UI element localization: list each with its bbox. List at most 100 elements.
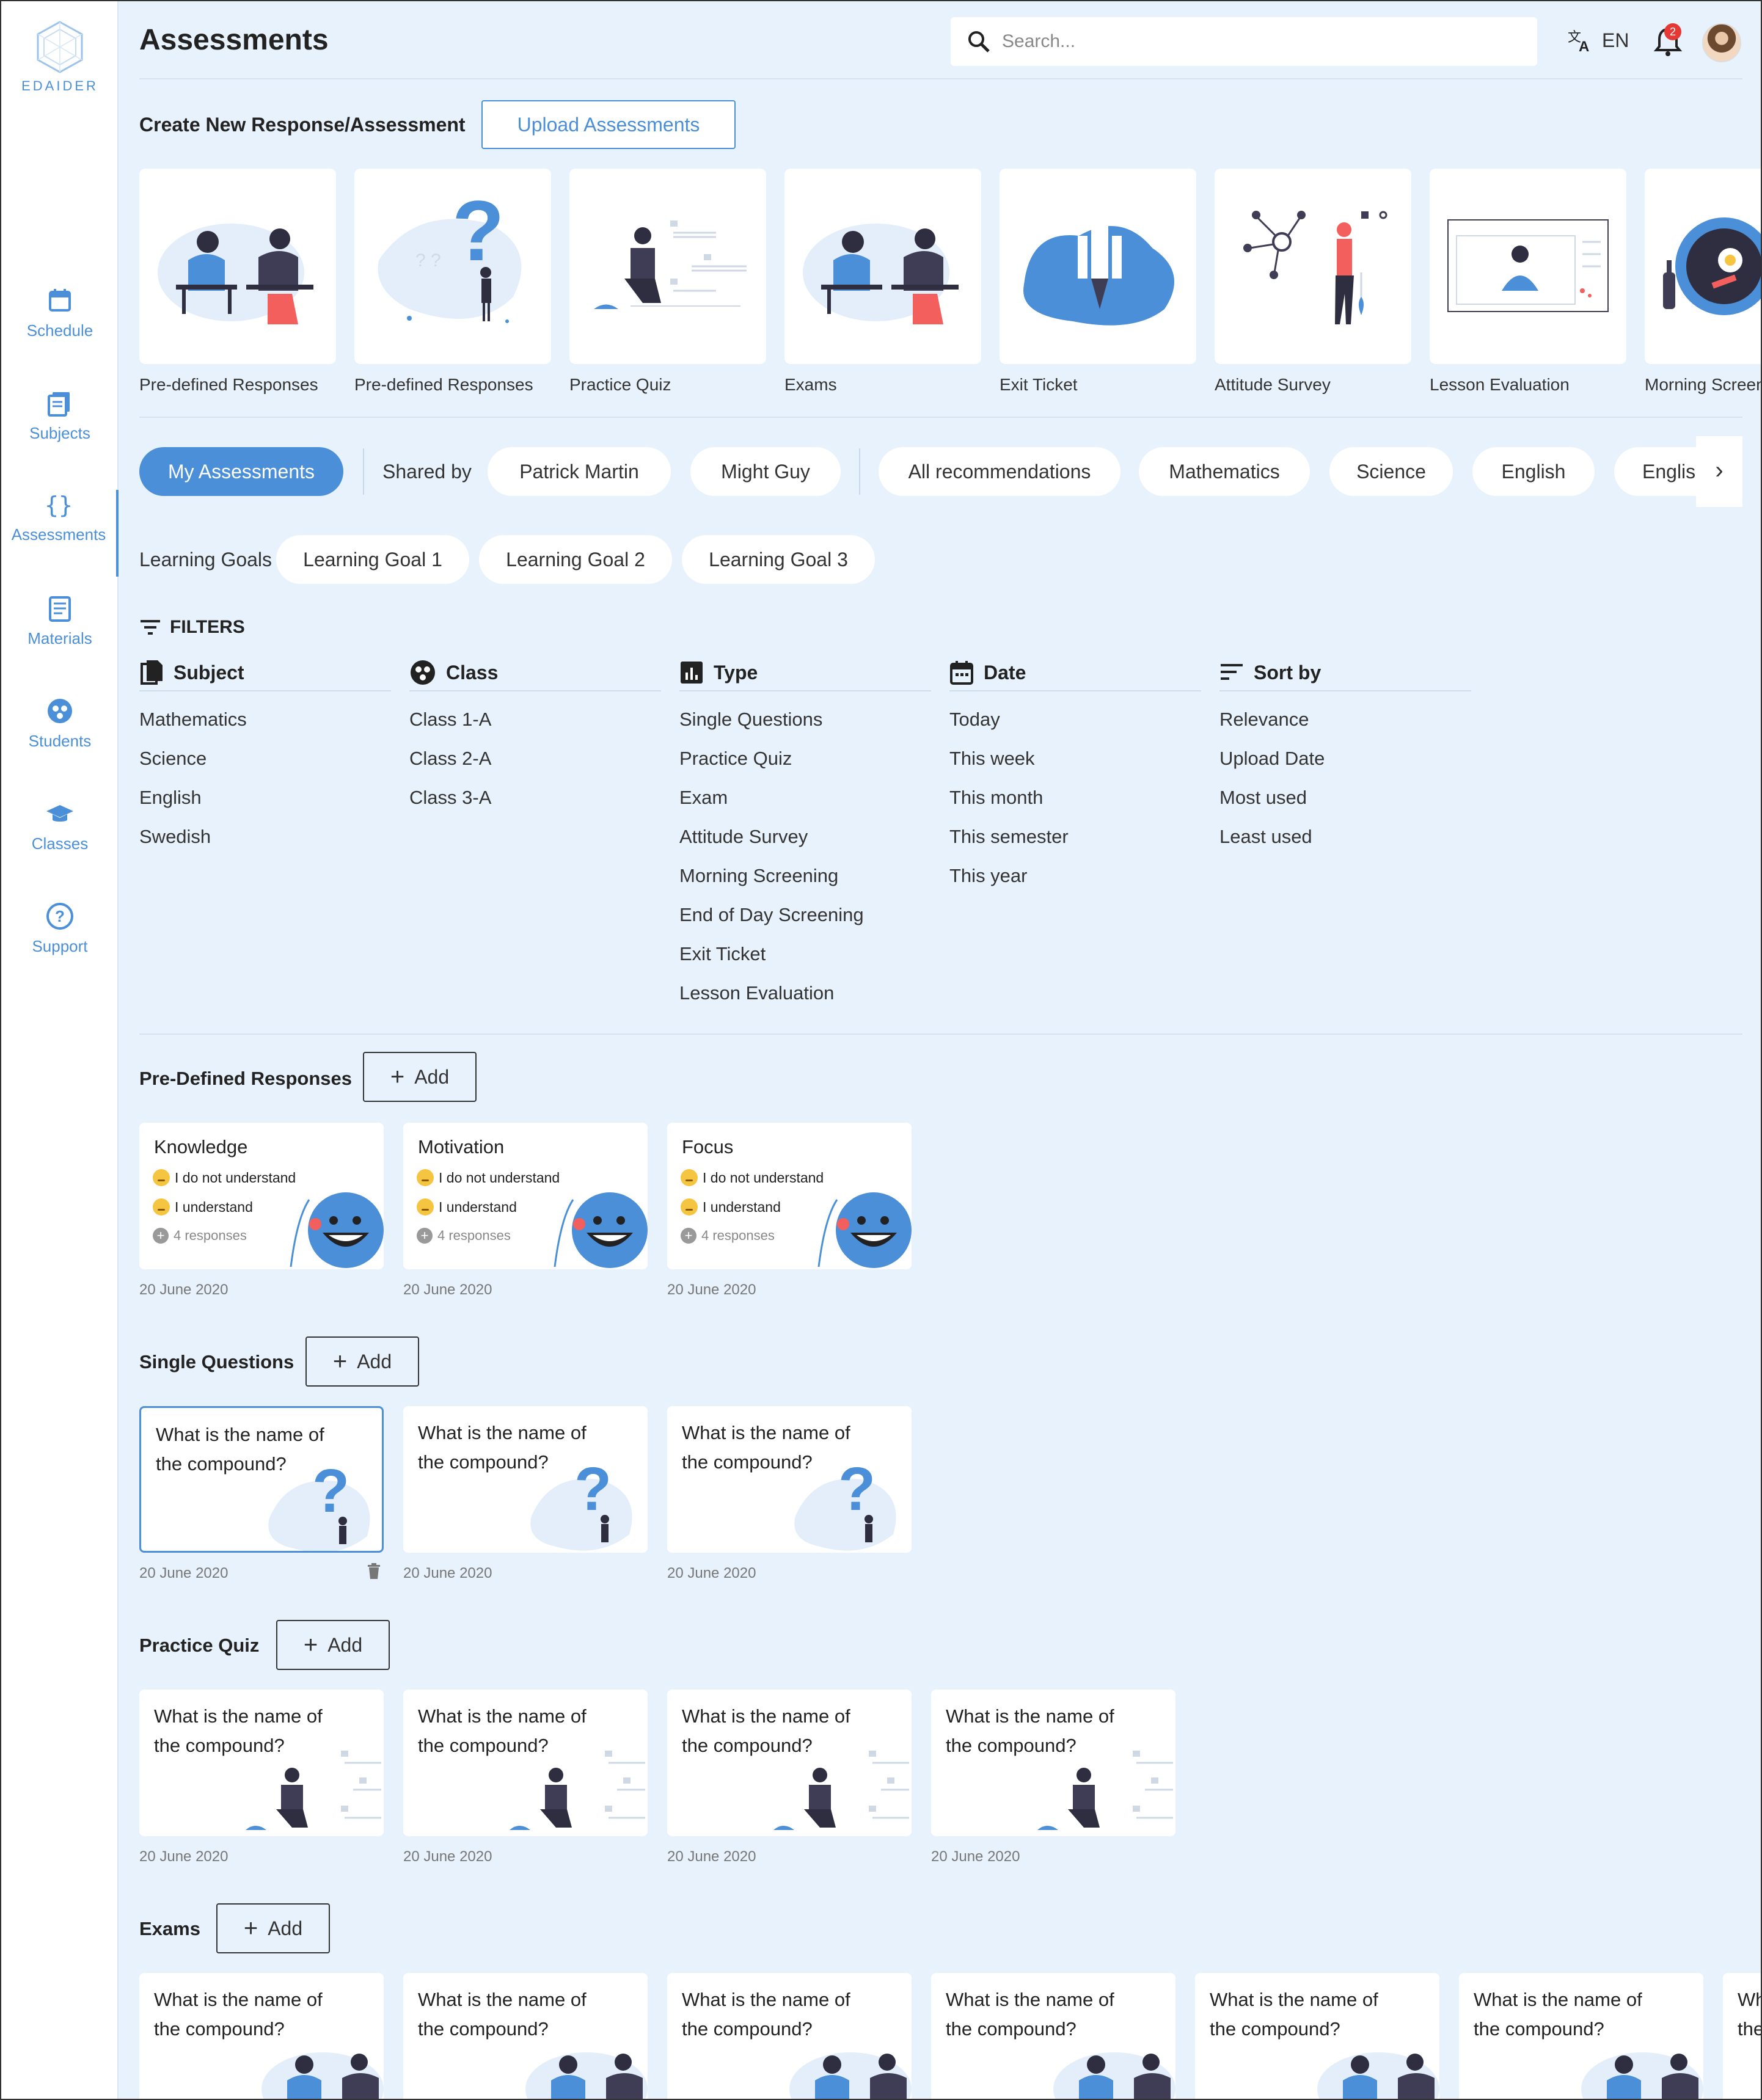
filters-header[interactable]: FILTERS bbox=[139, 617, 245, 638]
card-date: 20 June 2020 bbox=[139, 1848, 228, 1865]
file-copy-icon bbox=[141, 660, 163, 685]
practice-quiz-card[interactable]: What is the name of the compound? bbox=[139, 1690, 384, 1836]
filter-option[interactable]: Most used bbox=[1219, 778, 1471, 817]
trash-icon[interactable] bbox=[367, 1562, 381, 1580]
filter-option[interactable]: This year bbox=[949, 856, 1201, 895]
materials-icon bbox=[49, 596, 71, 622]
filter-option[interactable]: This semester bbox=[949, 817, 1201, 856]
sidebar-item-students[interactable]: Students bbox=[1, 696, 119, 751]
add-single-question-button[interactable]: + Add bbox=[305, 1336, 419, 1387]
sad-face-icon bbox=[417, 1169, 434, 1186]
exam-card[interactable]: What is the name of the compound? bbox=[1195, 1973, 1439, 2099]
filter-option[interactable]: Class 1-A bbox=[409, 700, 661, 739]
filter-option[interactable]: Practice Quiz bbox=[679, 739, 931, 778]
tab-all-recommendations[interactable]: All recommendations bbox=[879, 447, 1120, 496]
create-tile-predefined-responses[interactable] bbox=[139, 169, 336, 364]
search-input[interactable] bbox=[1002, 31, 1503, 52]
tab-shared-might-guy[interactable]: Might Guy bbox=[690, 447, 841, 496]
create-tile-lesson-evaluation[interactable] bbox=[1430, 169, 1626, 364]
exam-illustration bbox=[789, 2052, 912, 2099]
filter-option[interactable]: End of Day Screening bbox=[679, 895, 931, 935]
tab-science[interactable]: Science bbox=[1329, 447, 1453, 496]
tile-label: Exams bbox=[784, 375, 837, 394]
single-question-card[interactable]: What is the name of the compound? ? bbox=[403, 1406, 648, 1553]
filter-option[interactable]: This month bbox=[949, 778, 1201, 817]
exam-card[interactable]: What is the name of the compound? bbox=[931, 1973, 1175, 2099]
create-tile-exit-ticket[interactable] bbox=[1000, 169, 1196, 364]
learning-goal-1[interactable]: Learning Goal 1 bbox=[276, 535, 469, 584]
avatar[interactable] bbox=[1702, 23, 1741, 62]
exam-card[interactable]: What is the name of the compound? bbox=[1459, 1973, 1703, 2099]
filter-option[interactable]: Relevance bbox=[1219, 700, 1471, 739]
divider bbox=[363, 448, 364, 495]
filter-option[interactable]: Single Questions bbox=[679, 700, 931, 739]
learning-goal-2[interactable]: Learning Goal 2 bbox=[479, 535, 672, 584]
filter-option[interactable]: Exit Ticket bbox=[679, 935, 931, 974]
exam-card[interactable]: What is the name of the compound? bbox=[1723, 1973, 1761, 2099]
create-tile-attitude-survey[interactable] bbox=[1215, 169, 1411, 364]
sidebar-item-assessments[interactable]: {} Assessments bbox=[1, 490, 119, 577]
filter-option[interactable]: English bbox=[139, 778, 391, 817]
search-icon bbox=[968, 31, 990, 53]
learning-goal-3[interactable]: Learning Goal 3 bbox=[682, 535, 875, 584]
filter-option[interactable]: Lesson Evaluation bbox=[679, 974, 931, 1013]
exam-card[interactable]: What is the name of the compound? bbox=[139, 1973, 384, 2099]
filter-heading: Sort by bbox=[1219, 661, 1471, 691]
sidebar-item-materials[interactable]: Materials bbox=[1, 594, 119, 648]
create-tile-predefined-responses-2[interactable]: ? ? ? bbox=[354, 169, 551, 364]
calendar-icon bbox=[950, 661, 973, 685]
tile-label: Lesson Evaluation bbox=[1430, 375, 1570, 394]
filter-option[interactable]: Upload Date bbox=[1219, 739, 1471, 778]
filter-option[interactable]: This week bbox=[949, 739, 1201, 778]
exam-card[interactable]: What is the name of the compound? bbox=[403, 1973, 648, 2099]
practice-quiz-card[interactable]: What is the name of the compound? bbox=[667, 1690, 912, 1836]
sidebar-item-schedule[interactable]: Schedule bbox=[1, 286, 119, 340]
filter-option[interactable]: Today bbox=[949, 700, 1201, 739]
predefined-card[interactable]: Focus I do not understand I understand +… bbox=[667, 1123, 912, 1269]
predefined-card[interactable]: Motivation I do not understand I underst… bbox=[403, 1123, 648, 1269]
filter-option[interactable]: Morning Screening bbox=[679, 856, 931, 895]
bar-chart-icon bbox=[681, 662, 703, 684]
upload-assessments-button[interactable]: Upload Assessments bbox=[481, 100, 736, 149]
section-title-single-questions: Single Questions bbox=[139, 1351, 294, 1373]
create-tile-morning-screening[interactable] bbox=[1645, 169, 1761, 364]
sidebar-item-subjects[interactable]: Subjects bbox=[1, 388, 119, 443]
filter-option[interactable]: Attitude Survey bbox=[679, 817, 931, 856]
sad-face-icon bbox=[681, 1198, 698, 1216]
filter-option[interactable]: Science bbox=[139, 739, 391, 778]
sad-face-icon bbox=[681, 1169, 698, 1186]
create-tile-practice-quiz[interactable] bbox=[569, 169, 766, 364]
filter-option[interactable]: Class 3-A bbox=[409, 778, 661, 817]
students-at-desks-illustration bbox=[158, 224, 313, 324]
logo[interactable]: EDAIDER bbox=[1, 20, 119, 94]
sidebar-item-support[interactable]: ? Support bbox=[1, 902, 119, 956]
practice-quiz-card[interactable]: What is the name of the compound? bbox=[403, 1690, 648, 1836]
filter-option[interactable]: Swedish bbox=[139, 817, 391, 856]
language-switcher[interactable]: 文A EN bbox=[1566, 27, 1629, 54]
single-question-card[interactable]: What is the name of the compound? ? bbox=[667, 1406, 912, 1553]
practice-quiz-card[interactable]: What is the name of the compound? bbox=[931, 1690, 1175, 1836]
exam-card[interactable]: What is the name of the compound? bbox=[667, 1973, 912, 2099]
single-question-card[interactable]: What is the name of the compound? ? bbox=[139, 1406, 384, 1553]
sidebar-item-classes[interactable]: Classes bbox=[1, 799, 119, 853]
add-practice-quiz-button[interactable]: + Add bbox=[276, 1620, 390, 1670]
filter-option[interactable]: Class 2-A bbox=[409, 739, 661, 778]
predefined-card[interactable]: Knowledge I do not understand I understa… bbox=[139, 1123, 384, 1269]
quiz-illustration bbox=[246, 1751, 381, 1830]
tab-shared-patrick-martin[interactable]: Patrick Martin bbox=[488, 447, 671, 496]
add-circle-icon: + bbox=[681, 1228, 696, 1244]
add-predefined-button[interactable]: + Add bbox=[363, 1052, 477, 1102]
translate-icon: 文A bbox=[1568, 30, 1589, 54]
add-exam-button[interactable]: + Add bbox=[216, 1903, 330, 1953]
scroll-right-button[interactable]: › bbox=[1696, 436, 1742, 507]
filter-option[interactable]: Least used bbox=[1219, 817, 1471, 856]
create-tile-exams[interactable] bbox=[784, 169, 981, 364]
sidebar-item-label: Subjects bbox=[29, 424, 90, 442]
create-section-title: Create New Response/Assessment bbox=[139, 114, 466, 136]
filter-option[interactable]: Exam bbox=[679, 778, 931, 817]
quiz-illustration bbox=[510, 1751, 645, 1830]
tab-mathematics[interactable]: Mathematics bbox=[1139, 447, 1310, 496]
tab-english[interactable]: English bbox=[1472, 447, 1595, 496]
tab-my-assessments[interactable]: My Assessments bbox=[139, 447, 343, 496]
filter-option[interactable]: Mathematics bbox=[139, 700, 391, 739]
